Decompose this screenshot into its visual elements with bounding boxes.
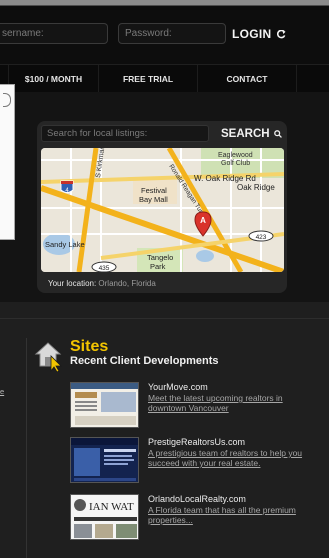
route-435-shield-icon: 435 [91, 261, 117, 272]
location-label: Your location: [48, 279, 97, 288]
site-item-yourmove[interactable]: YourMove.com Meet the latest upcoming re… [70, 382, 322, 432]
site-thumbnail[interactable] [70, 382, 139, 428]
column-divider [26, 338, 27, 558]
orlando-thumbnail-graphic: IAN WAT [71, 495, 138, 539]
location-city: Orlando, Florida [98, 279, 156, 288]
search-icon [273, 130, 282, 138]
route-423-shield-icon: 423 [248, 230, 274, 242]
nav-item-contact[interactable]: CONTACT [198, 65, 296, 93]
location-map[interactable]: S Kirkman Ronald Reagan Turnpike Eaglewo… [41, 148, 284, 272]
site-description-link[interactable]: A Florida team that has all the premium … [148, 505, 320, 525]
ian-thumbnail-text: IAN WAT [89, 501, 134, 513]
oak-ridge-road-label: W. Oak Ridge Rd [194, 174, 256, 183]
park-label: Park [150, 262, 166, 271]
prestige-thumbnail-graphic [71, 438, 138, 482]
nav-item-free-trial[interactable]: FREE TRIAL [99, 65, 197, 93]
site-name: OrlandoLocalRealty.com [148, 494, 246, 504]
main-nav: $100 / MONTH FREE TRIAL CONTACT [0, 64, 329, 93]
route-423-label: 423 [256, 234, 267, 241]
nav-divider [296, 65, 297, 93]
left-overlay-panel [0, 84, 15, 240]
panel-bracket-shape [3, 93, 11, 107]
nav-item-pricing[interactable]: $100 / MONTH [9, 65, 98, 93]
left-column-link[interactable]: e [0, 387, 4, 396]
sites-heading: Sites [70, 338, 109, 355]
location-readout: Your location: Orlando, Florida [48, 279, 156, 288]
site-thumbnail[interactable] [70, 437, 139, 483]
sandy-lake-label: Sandy Lake [45, 240, 85, 249]
site-name: YourMove.com [148, 382, 208, 392]
site-description-link[interactable]: Meet the latest upcoming realtors in dow… [148, 393, 320, 413]
search-button[interactable]: SEARCH [221, 126, 282, 142]
bay-mall-label: Bay Mall [139, 195, 168, 204]
password-field[interactable]: Password: [118, 23, 226, 44]
site-item-prestige[interactable]: PrestigeRealtorsUs.com A prestigious tea… [70, 437, 322, 487]
login-button[interactable]: LOGIN [232, 24, 286, 44]
username-field[interactable]: sername: [0, 23, 108, 44]
eaglewood-label: Eaglewood [218, 152, 253, 159]
map-graphic: S Kirkman Ronald Reagan Turnpike Eaglewo… [41, 148, 284, 272]
sites-subheading: Recent Client Developments [70, 355, 219, 367]
lake [196, 250, 214, 262]
site-name: PrestigeRealtorsUs.com [148, 437, 246, 447]
house-cursor-icon [34, 342, 62, 372]
route-435-label: 435 [99, 265, 110, 272]
golf-club-label: Golf Club [221, 160, 250, 167]
login-label: LOGIN [232, 27, 272, 41]
refresh-arrow-icon [276, 29, 286, 38]
map-marker-label: A [200, 216, 206, 225]
section-divider [0, 318, 329, 319]
site-thumbnail[interactable]: IAN WAT [70, 494, 139, 540]
listing-search-input[interactable]: Search for local listings: [41, 125, 209, 142]
site-description-link[interactable]: A prestigious team of realtors to help y… [148, 448, 320, 468]
yourmove-thumbnail-graphic [71, 383, 138, 427]
tangelo-label: Tangelo [147, 253, 173, 262]
festival-label: Festival [141, 186, 167, 195]
search-label: SEARCH [221, 128, 270, 140]
header-bar: sername: Password: LOGIN [0, 6, 329, 64]
page: sername: Password: LOGIN $100 / MONTH FR… [0, 0, 329, 558]
site-item-orlando[interactable]: IAN WAT OrlandoLocalRealty.com A Florida… [70, 494, 322, 544]
oak-ridge-label: Oak Ridge [237, 183, 275, 192]
